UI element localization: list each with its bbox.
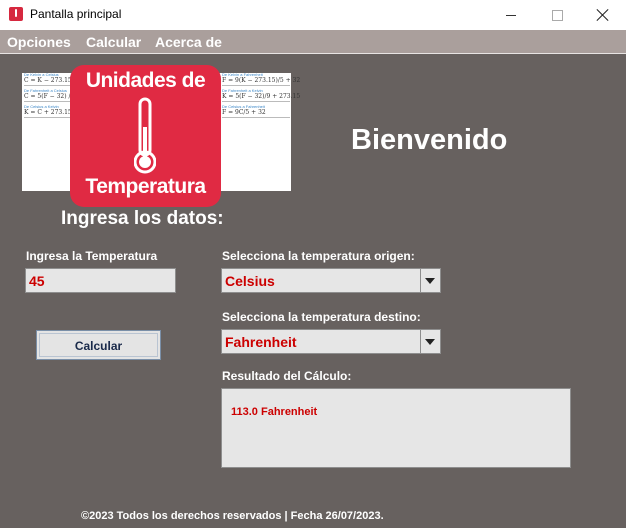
temperature-units-logo: De Kelvin a Celsius C = K − 273.15 De Fah… xyxy=(22,65,301,207)
result-label: Resultado del Cálculo: xyxy=(222,369,352,383)
menu-acerca-de[interactable]: Acerca de xyxy=(155,34,222,50)
title-bar: Pantalla principal xyxy=(0,0,626,30)
welcome-heading: Bienvenido xyxy=(351,124,508,156)
calculate-button-label: Calcular xyxy=(74,339,123,353)
maximize-icon xyxy=(551,9,563,21)
formulas-right: De Kelvin a Fahrenheit F = 9(K − 273.15)/… xyxy=(222,72,301,118)
origin-select[interactable]: Celsius xyxy=(221,268,441,293)
origin-label: Selecciona la temperatura origen: xyxy=(222,249,415,263)
section-title: Ingresa los datos: xyxy=(61,208,224,229)
menu-opciones[interactable]: Opciones xyxy=(7,34,71,50)
formulas-left: De Kelvin a Celsius C = K − 273.15 De Fah… xyxy=(24,72,77,118)
logo-badge: Unidades de Temperatura xyxy=(70,65,221,207)
close-icon xyxy=(597,9,609,21)
app-thermometer-icon xyxy=(9,7,23,21)
menu-bar: Opciones Calcular Acerca de xyxy=(0,30,626,54)
destination-select-value: Fahrenheit xyxy=(225,334,297,350)
destination-select[interactable]: Fahrenheit xyxy=(221,329,441,354)
calculate-button[interactable]: Calcular xyxy=(36,330,161,360)
logo-title-line2: Temperatura xyxy=(85,175,206,198)
thermometer-icon xyxy=(134,97,156,174)
result-value: 113.0 Fahrenheit xyxy=(231,406,318,418)
main-panel: De Kelvin a Celsius C = K − 273.15 De Fah… xyxy=(0,54,626,528)
logo-title-line1: Unidades de xyxy=(85,69,206,92)
temperature-label: Ingresa la Temperatura xyxy=(26,249,158,263)
destination-label: Selecciona la temperatura destino: xyxy=(222,310,421,324)
maximize-button[interactable] xyxy=(534,0,580,30)
minimize-icon xyxy=(506,14,516,16)
origin-select-value: Celsius xyxy=(225,273,275,289)
close-button[interactable] xyxy=(580,0,626,30)
menu-calcular[interactable]: Calcular xyxy=(86,34,141,50)
chevron-down-icon[interactable] xyxy=(420,330,440,353)
chevron-down-icon[interactable] xyxy=(420,269,440,292)
result-textarea[interactable]: 113.0 Fahrenheit xyxy=(221,388,571,468)
minimize-button[interactable] xyxy=(488,0,534,30)
footer-text: ©2023 Todos los derechos reservados | Fe… xyxy=(81,510,384,522)
temperature-input[interactable]: 45 xyxy=(25,268,176,293)
window-title: Pantalla principal xyxy=(30,7,122,21)
